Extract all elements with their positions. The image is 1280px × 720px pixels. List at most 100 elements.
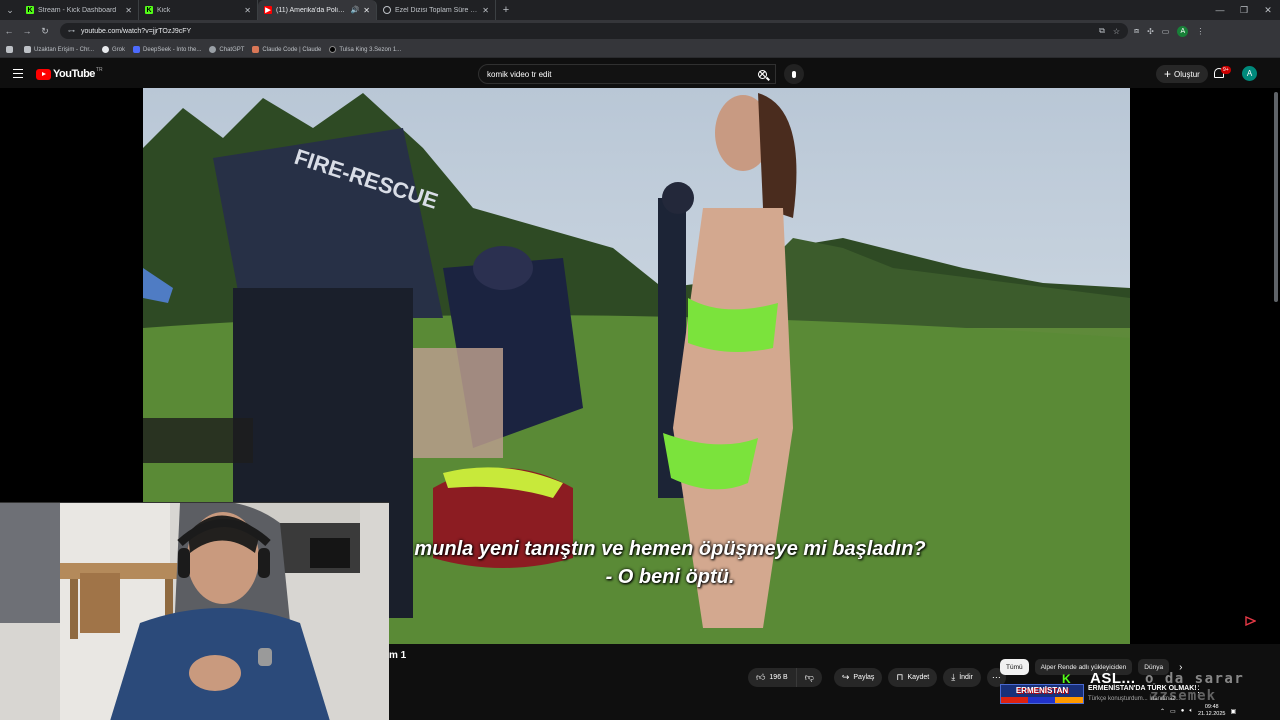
like-button[interactable]: 👍︎ 196 B bbox=[748, 668, 797, 687]
share-icon: ↪ bbox=[841, 672, 850, 682]
microphone-icon bbox=[792, 70, 796, 78]
download-icon: ⤓ bbox=[951, 672, 956, 682]
bookmark-label: Uzaktan Erişim - Chr... bbox=[34, 46, 95, 53]
minimize-icon[interactable]: — bbox=[1208, 0, 1232, 20]
tab-youtube-video[interactable]: ▶ (11) Amerika'da Polisle Ge... 🔊 ✕ bbox=[258, 0, 377, 20]
clock-date: 21.12.2025 bbox=[1197, 711, 1226, 717]
video-actions: 👍︎ 196 B 👎︎ ↪ Paylaş ⊓ Kaydet ⤓ İndir ⋯ bbox=[748, 668, 1006, 687]
bookmark-grok[interactable]: Grok bbox=[102, 46, 125, 53]
chatgpt-icon bbox=[209, 46, 217, 53]
tab-kick-dashboard[interactable]: K Stream - Kick Dashboard ✕ bbox=[20, 0, 139, 20]
chip-all[interactable]: Tümü bbox=[1000, 659, 1029, 675]
tulsa-icon bbox=[329, 46, 337, 53]
browser-tab-strip: ⌄ K Stream - Kick Dashboard ✕ K Kick ✕ ▶… bbox=[0, 0, 1280, 20]
back-icon[interactable]: ← bbox=[0, 26, 18, 36]
new-tab-button[interactable]: + bbox=[496, 4, 516, 16]
related-video-thumbnail[interactable]: ERMENİSTAN bbox=[1000, 684, 1084, 704]
deepseek-icon bbox=[133, 46, 141, 53]
share-label: Paylaş bbox=[853, 674, 875, 681]
bookmark-deepseek[interactable]: DeepSeek - Into the... bbox=[133, 46, 201, 53]
download-button[interactable]: ⤓ İndir bbox=[943, 668, 981, 687]
youtube-icon: ▶ bbox=[264, 6, 272, 14]
youtube-logo[interactable]: YouTube TR bbox=[36, 67, 103, 80]
page-scrollbar[interactable] bbox=[1274, 92, 1278, 302]
notifications-button[interactable]: 9+ bbox=[1214, 66, 1231, 82]
tab-label: Stream - Kick Dashboard bbox=[38, 6, 117, 14]
install-app-icon[interactable]: ⧉ bbox=[1099, 26, 1105, 36]
youtube-play-icon bbox=[36, 68, 51, 80]
bookmark-star-icon[interactable]: ☆ bbox=[1113, 27, 1120, 36]
webcam-image bbox=[0, 503, 389, 720]
thumbs-up-icon: 👍︎ bbox=[756, 672, 766, 682]
network-icon[interactable]: ▭ bbox=[1170, 708, 1176, 715]
folder-icon bbox=[24, 46, 31, 53]
mic-tray-icon[interactable]: ● bbox=[1181, 708, 1185, 714]
claude-icon bbox=[252, 46, 260, 53]
bookmarks-bar: Uzaktan Erişim - Chr... Grok DeepSeek - … bbox=[0, 42, 1280, 58]
like-count: 196 B bbox=[769, 674, 788, 681]
bookmark-claude[interactable]: Claude Code | Claude bbox=[252, 46, 321, 53]
reload-icon[interactable]: ↻ bbox=[36, 26, 54, 37]
create-label: Oluştur bbox=[1174, 69, 1200, 79]
volume-icon[interactable]: 🔈︎ bbox=[1189, 708, 1193, 715]
hamburger-menu-icon[interactable] bbox=[13, 69, 23, 78]
profile-avatar[interactable]: A bbox=[1177, 25, 1189, 37]
search-button[interactable] bbox=[747, 64, 777, 84]
channel-watermark-icon[interactable] bbox=[1244, 616, 1256, 626]
extensions-icon[interactable]: ⧈ bbox=[1134, 26, 1139, 36]
subtitle-line-1: munla yeni tanıştın ve hemen öpüşmeye mi… bbox=[414, 538, 926, 560]
system-clock[interactable]: 09:48 21.12.2025 bbox=[1198, 704, 1226, 718]
tab-label: Kick bbox=[157, 6, 171, 14]
close-tab-icon[interactable]: ✕ bbox=[125, 6, 132, 15]
bookmark-label: Grok bbox=[112, 46, 126, 53]
thumbs-down-icon: 👎︎ bbox=[804, 672, 814, 682]
speaker-icon[interactable]: 🔊 bbox=[351, 6, 360, 14]
notification-center-icon[interactable]: ▣ bbox=[1230, 708, 1236, 715]
close-tab-icon[interactable]: ✕ bbox=[363, 6, 370, 15]
flag-strip bbox=[1001, 697, 1083, 703]
tab-kick[interactable]: K Kick ✕ bbox=[139, 0, 258, 20]
account-avatar[interactable]: A bbox=[1242, 66, 1257, 81]
bookmark-icon: ⊓ bbox=[896, 672, 904, 682]
voice-search-button[interactable] bbox=[784, 64, 804, 84]
close-tab-icon[interactable]: ✕ bbox=[244, 6, 251, 15]
streamer-webcam bbox=[0, 502, 389, 720]
cast-icon[interactable]: ▭ bbox=[1162, 27, 1170, 36]
country-code: TR bbox=[95, 67, 103, 73]
stream-overlay-caption: o da sarar bbox=[1145, 671, 1245, 687]
close-window-icon[interactable]: ✕ bbox=[1256, 0, 1280, 20]
tray-chevron-icon[interactable]: ⌃ bbox=[1160, 708, 1165, 715]
search-query: komik video tr edit bbox=[487, 69, 552, 79]
bookmark-remote[interactable]: Uzaktan Erişim - Chr... bbox=[24, 46, 94, 53]
globe-icon bbox=[383, 6, 391, 14]
bookmark-label: Tulsa King 3.Sezon 1... bbox=[339, 46, 402, 53]
create-button[interactable]: + Oluştur bbox=[1156, 65, 1208, 83]
search-input[interactable]: komik video tr edit ✕ bbox=[478, 64, 776, 84]
dislike-button[interactable]: 👎︎ bbox=[796, 668, 822, 687]
site-info-icon[interactable]: ⊶ bbox=[68, 27, 75, 35]
subtitle-line-2: - O beni öptü. bbox=[605, 566, 735, 588]
save-button[interactable]: ⊓ Kaydet bbox=[888, 668, 938, 687]
apps-icon bbox=[6, 46, 13, 53]
notification-badge: 9+ bbox=[1221, 66, 1231, 74]
share-button[interactable]: ↪ Paylaş bbox=[833, 668, 883, 687]
tab-search-chevron-icon[interactable]: ⌄ bbox=[0, 0, 20, 20]
kick-icon: K bbox=[145, 6, 153, 14]
tab-label: (11) Amerika'da Polisle Ge... bbox=[276, 6, 348, 14]
menu-kebab-icon[interactable]: ⋮ bbox=[1196, 27, 1204, 36]
bookmark-tulsa[interactable]: Tulsa King 3.Sezon 1... bbox=[329, 46, 401, 53]
bookmark-apps[interactable] bbox=[6, 46, 16, 53]
tab-ezel[interactable]: Ezel Dizisi Toplam Süre Tahmini ✕ bbox=[377, 0, 496, 20]
forward-icon[interactable]: → bbox=[18, 26, 36, 36]
save-label: Kaydet bbox=[907, 674, 930, 681]
close-tab-icon[interactable]: ✕ bbox=[482, 6, 489, 15]
maximize-icon[interactable]: ❐ bbox=[1232, 0, 1256, 20]
tab-label: Ezel Dizisi Toplam Süre Tahmini bbox=[395, 6, 478, 14]
puzzle-icon[interactable]: ✣ bbox=[1147, 27, 1154, 36]
address-bar[interactable]: ⊶ youtube.com/watch?v=jjrTOzJ9cFY ⧉ ☆ bbox=[60, 23, 1128, 39]
url-text: youtube.com/watch?v=jjrTOzJ9cFY bbox=[81, 27, 192, 35]
bookmark-chatgpt[interactable]: ChatGPT bbox=[209, 46, 244, 53]
bookmark-label: ChatGPT bbox=[219, 46, 245, 53]
stream-overlay-text: ASL... bbox=[1090, 670, 1136, 687]
search-icon bbox=[757, 69, 767, 79]
